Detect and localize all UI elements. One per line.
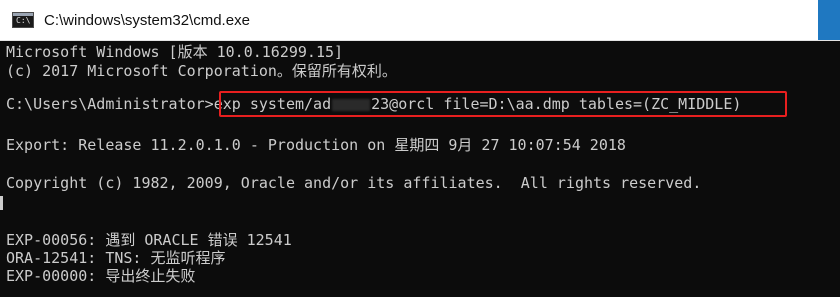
console-output[interactable]: Microsoft Windows [版本 10.0.16299.15] (c)… [0,41,840,297]
window-accent-strip [818,0,840,40]
banner-line-2: (c) 2017 Microsoft Corporation。保留所有权利。 [6,62,397,80]
error-line-2: ORA-12541: TNS: 无监听程序 [6,249,226,267]
error-line-3: EXP-00000: 导出终止失败 [6,267,196,285]
cmd-window: C:\ C:\windows\system32\cmd.exe Microsof… [0,0,840,297]
cmd-console-icon: C:\ [12,12,34,28]
error-line-1: EXP-00056: 遇到 ORACLE 错误 12541 [6,231,292,249]
export-version-line: Export: Release 11.2.0.1.0 - Production … [6,136,626,154]
prompt-text: C:\Users\Administrator> [6,95,214,113]
window-title: C:\windows\system32\cmd.exe [44,11,250,29]
banner-line-1: Microsoft Windows [版本 10.0.16299.15] [6,43,344,61]
left-edge-mark [0,196,3,210]
copyright-line: Copyright (c) 1982, 2009, Oracle and/or … [6,174,702,192]
command-highlight-box [219,91,787,117]
title-bar[interactable]: C:\ C:\windows\system32\cmd.exe [0,0,840,41]
